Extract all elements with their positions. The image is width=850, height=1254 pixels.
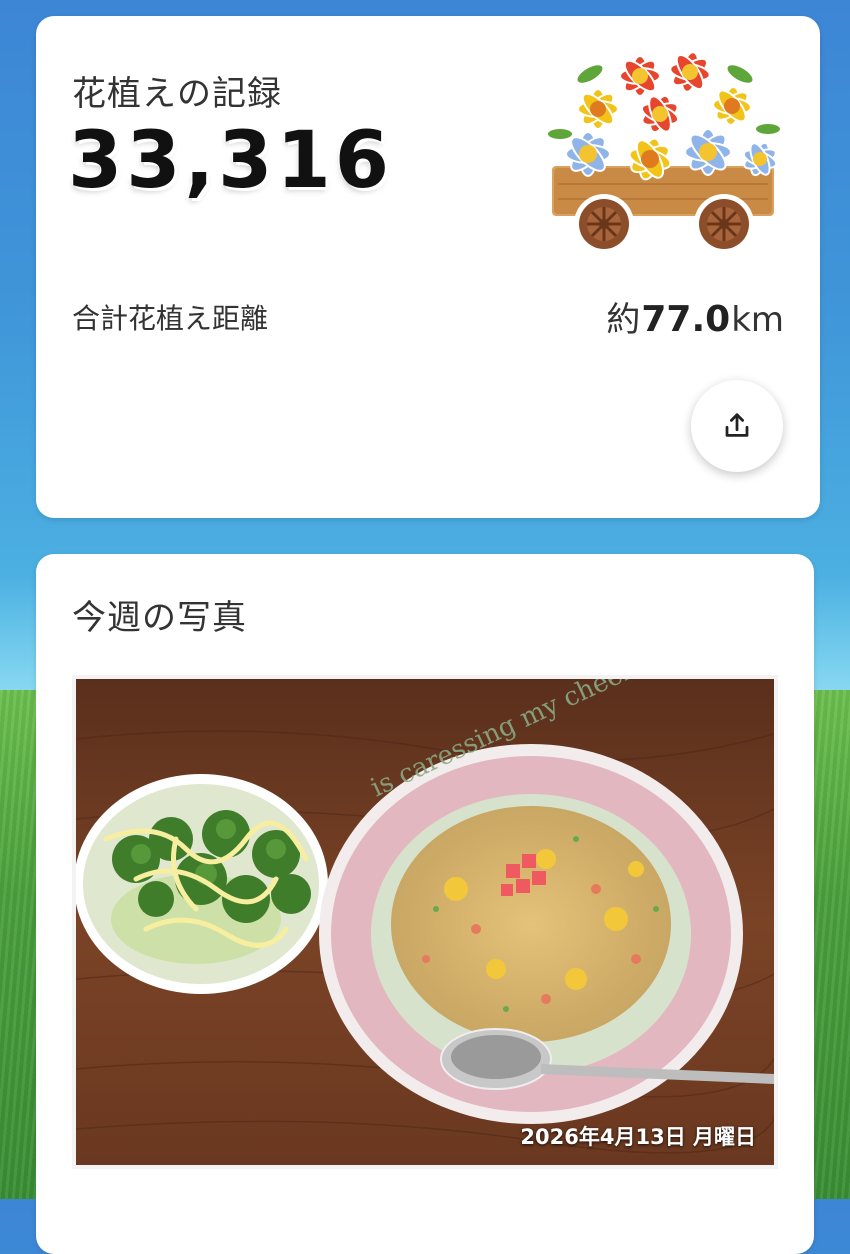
- planting-count: 33,316: [68, 116, 393, 206]
- distance-number: 77.0: [641, 299, 731, 340]
- record-title: 花植えの記録: [72, 74, 282, 114]
- weekly-photo[interactable]: is caressing my cheeks 2026年4月13日 月曜日: [76, 679, 774, 1165]
- meal-photo-illustration: is caressing my cheeks: [76, 679, 774, 1165]
- distance-prefix: 約: [606, 300, 641, 340]
- planting-record-card: 花植えの記録 33,316 合計花植え距離 約 77.0 km: [36, 16, 820, 518]
- share-icon: [725, 413, 749, 437]
- distance-unit: km: [731, 300, 784, 340]
- photo-date: 2026年4月13日 月曜日: [520, 1125, 756, 1149]
- distance-value: 約 77.0 km: [606, 292, 784, 341]
- distance-label: 合計花植え距離: [72, 302, 269, 335]
- photo-section-title: 今週の写真: [72, 598, 247, 638]
- flower-cart-illustration: [548, 51, 780, 254]
- weekly-photo-card: 今週の写真 is caressing my cheeks 2026年4月13日 …: [36, 554, 814, 1254]
- share-button[interactable]: [691, 380, 783, 472]
